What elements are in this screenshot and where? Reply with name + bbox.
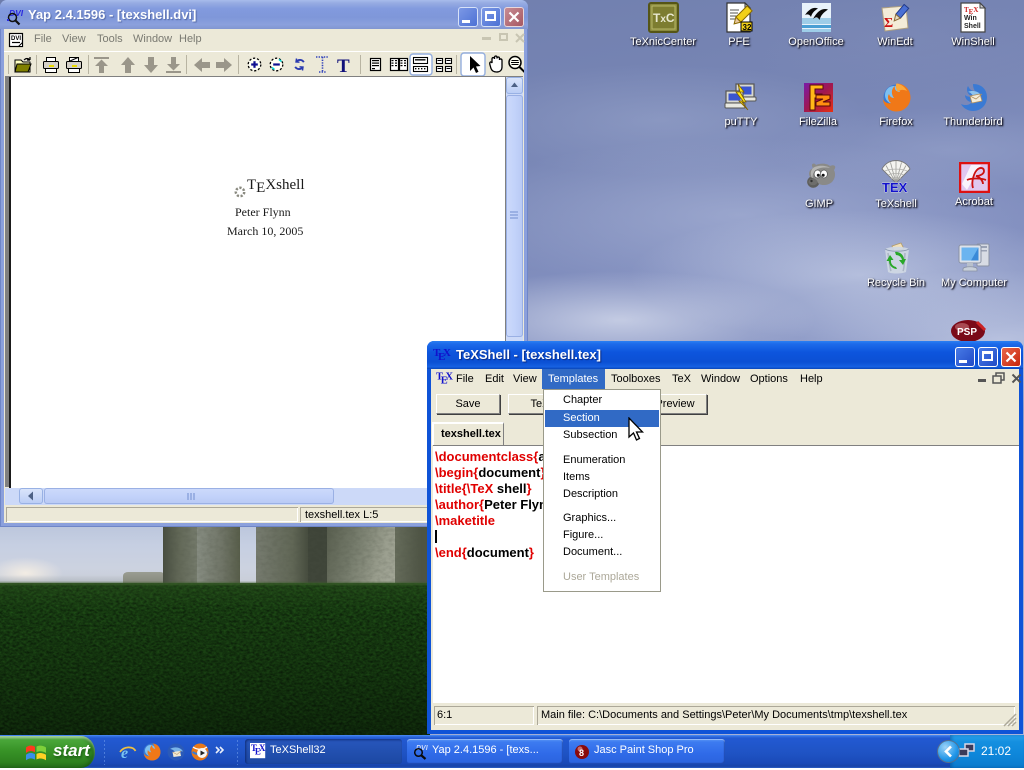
svg-text:T: T [337, 56, 350, 77]
svg-text:X: X [259, 743, 266, 753]
svg-text:8: 8 [579, 748, 584, 758]
svg-text:X: X [443, 347, 451, 359]
svg-text:Σ: Σ [884, 16, 893, 31]
svg-text:PSP: PSP [957, 327, 977, 338]
svg-text:Win: Win [964, 15, 977, 22]
svg-text:Shell: Shell [964, 23, 981, 30]
svg-text:TEX: TEX [882, 180, 908, 195]
svg-text:32: 32 [743, 23, 752, 32]
svg-text:TxC: TxC [653, 11, 675, 25]
svg-text:X: X [445, 371, 453, 382]
svg-text:DVI: DVI [11, 36, 21, 42]
